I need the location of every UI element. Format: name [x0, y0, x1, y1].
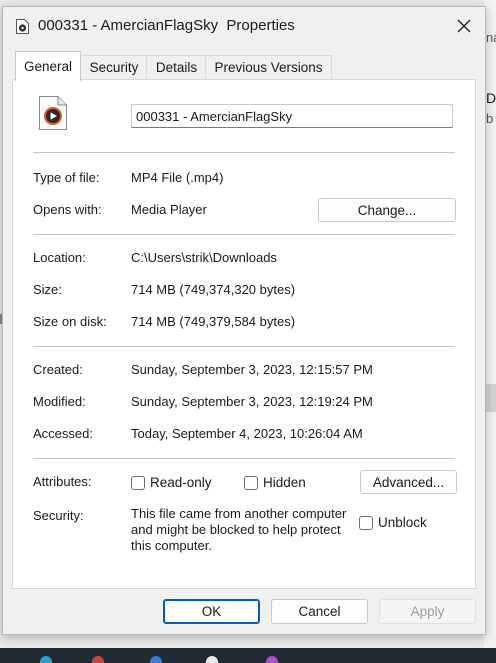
security-message: This file came from another computer and…: [131, 506, 347, 553]
divider: [33, 152, 455, 153]
size-on-disk-value: 714 MB (749,379,584 bytes): [131, 314, 296, 329]
hidden-checkbox[interactable]: Hidden: [244, 475, 306, 490]
ok-button[interactable]: OK: [163, 599, 260, 624]
unblock-checkbox[interactable]: Unblock: [359, 515, 427, 530]
advanced-button[interactable]: Advanced...: [360, 470, 457, 494]
location-value: C:\Users\strik\Downloads: [131, 250, 277, 265]
accessed-label: Accessed:: [33, 426, 93, 441]
modified-value: Sunday, September 3, 2023, 12:19:24 PM: [131, 394, 373, 409]
created-label: Created:: [33, 362, 83, 377]
properties-dialog: 000331 - AmercianFlagSky Properties Gene…: [2, 6, 486, 635]
taskbar-app-icon[interactable]: [206, 656, 218, 663]
file-name-field[interactable]: [131, 104, 453, 128]
taskbar-app-icon[interactable]: [92, 656, 104, 663]
divider: [33, 458, 455, 459]
modified-label: Modified:: [33, 394, 86, 409]
checkbox-box[interactable]: [131, 475, 145, 490]
unblock-label: Unblock: [378, 515, 427, 530]
background-text: na: [486, 30, 496, 45]
media-player-file-icon: [39, 96, 67, 130]
checkbox-box[interactable]: [359, 515, 373, 530]
close-icon: [457, 19, 471, 33]
divider: [33, 234, 455, 235]
background-text: b: [486, 111, 494, 126]
size-on-disk-label: Size on disk:: [33, 314, 107, 329]
taskbar-app-icon[interactable]: [40, 656, 52, 663]
security-label: Security:: [33, 508, 84, 523]
readonly-label: Read-only: [150, 475, 212, 490]
window-title: 000331 - AmercianFlagSky Properties: [38, 17, 295, 34]
type-label: Type of file:: [33, 170, 100, 185]
location-label: Location:: [33, 250, 86, 265]
opens-with-label: Opens with:: [33, 202, 102, 217]
tab-security[interactable]: Security: [80, 55, 148, 80]
attributes-label: Attributes:: [33, 474, 92, 489]
type-value: MP4 File (.mp4): [131, 170, 224, 185]
general-panel: Type of file: MP4 File (.mp4) Opens with…: [12, 79, 476, 589]
change-button[interactable]: Change...: [318, 198, 456, 222]
size-value: 714 MB (749,374,320 bytes): [131, 282, 296, 297]
apply-button[interactable]: Apply: [379, 599, 476, 624]
media-file-icon: [16, 19, 29, 34]
divider: [33, 346, 455, 347]
title-bar: 000331 - AmercianFlagSky Properties: [3, 7, 485, 45]
opens-with-value: Media Player: [131, 202, 207, 217]
size-label: Size:: [33, 282, 62, 297]
tab-general[interactable]: General: [15, 51, 81, 81]
created-value: Sunday, September 3, 2023, 12:15:57 PM: [131, 362, 373, 377]
close-button[interactable]: [449, 13, 479, 39]
cancel-button[interactable]: Cancel: [271, 599, 368, 624]
taskbar-app-icon[interactable]: [150, 656, 162, 663]
accessed-value: Today, September 4, 2023, 10:26:04 AM: [131, 426, 363, 441]
checkbox-box[interactable]: [244, 475, 258, 490]
readonly-checkbox[interactable]: Read-only: [131, 475, 212, 490]
tab-details[interactable]: Details: [146, 55, 207, 80]
hidden-label: Hidden: [263, 475, 306, 490]
taskbar-app-icon[interactable]: [266, 656, 278, 663]
taskbar: [0, 648, 496, 663]
background-text: Du: [486, 90, 496, 106]
tab-previous-versions[interactable]: Previous Versions: [205, 55, 332, 80]
